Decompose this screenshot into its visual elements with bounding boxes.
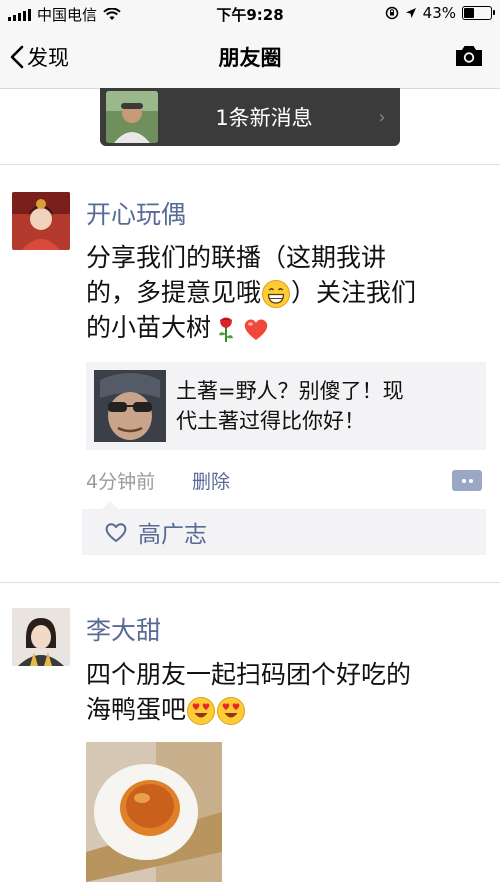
comment-more-button[interactable] bbox=[452, 470, 482, 491]
camera-icon bbox=[456, 46, 482, 66]
shared-link-title-line: 土著=野人？别傻了！现 bbox=[176, 379, 404, 403]
heart-emoji-icon bbox=[244, 319, 268, 340]
post-text-line: 海鸭蛋吧 bbox=[86, 692, 476, 727]
new-message-banner[interactable]: 1条新消息 › bbox=[100, 88, 400, 146]
rose-emoji-icon bbox=[219, 317, 234, 342]
like-user-name[interactable]: 高广志 bbox=[138, 515, 207, 549]
post-text: 四个朋友一起扫码团个好吃的 海鸭蛋吧 bbox=[86, 657, 476, 727]
post-text: 分享我们的联播（这期我讲 的，多提意见哦 ）关注我们 的小苗大树 bbox=[86, 240, 476, 345]
shared-link-card[interactable]: 土著=野人？别傻了！现 代土著过得比你好！ bbox=[86, 362, 486, 450]
shared-link-title-line: 代土著过得比你好！ bbox=[176, 409, 365, 433]
grin-emoji-icon bbox=[262, 280, 291, 308]
banner-text: 1条新消息 bbox=[215, 106, 313, 130]
divider bbox=[0, 164, 500, 165]
camera-button[interactable] bbox=[454, 44, 484, 72]
post-photo[interactable] bbox=[86, 742, 222, 882]
banner-avatar bbox=[106, 91, 158, 143]
post-text-fragment: 的小苗大树 bbox=[86, 313, 212, 342]
dot-icon bbox=[461, 478, 466, 483]
heart-eyes-emoji-icon bbox=[217, 697, 246, 725]
post-avatar[interactable] bbox=[12, 192, 70, 250]
post-author-name[interactable]: 开心玩偶 bbox=[86, 195, 186, 231]
battery-fill bbox=[464, 8, 474, 18]
post-text-fragment: 的，多提意见哦 bbox=[86, 278, 262, 307]
dot-icon bbox=[468, 478, 473, 483]
rotation-lock-icon bbox=[385, 6, 398, 20]
likes-box: 高广志 bbox=[82, 501, 486, 555]
status-bar: 中国电信 下午9:28 43% bbox=[0, 0, 500, 26]
post-author-name[interactable]: 李大甜 bbox=[86, 611, 161, 647]
post-text-line: 分享我们的联播（这期我讲 bbox=[86, 243, 387, 272]
divider bbox=[0, 582, 500, 583]
post-text-fragment: ）关注我们 bbox=[291, 278, 417, 307]
delete-button[interactable]: 删除 bbox=[192, 467, 230, 494]
location-icon bbox=[405, 8, 416, 18]
battery-percent: 43% bbox=[422, 4, 456, 22]
battery-icon bbox=[462, 6, 495, 20]
post-avatar[interactable] bbox=[12, 608, 70, 666]
nav-bar: 发现 朋友圈 bbox=[0, 26, 500, 89]
post-text-line: 的小苗大树 bbox=[86, 310, 476, 345]
page-title: 朋友圈 bbox=[218, 46, 282, 70]
post-text-fragment: 海鸭蛋吧 bbox=[86, 695, 187, 724]
heart-outline-icon bbox=[105, 523, 127, 542]
chevron-right-icon: › bbox=[378, 106, 386, 128]
post-text-line: 四个朋友一起扫码团个好吃的 bbox=[86, 660, 412, 689]
post-timestamp: 4分钟前 bbox=[86, 471, 156, 493]
shared-link-thumbnail bbox=[94, 370, 166, 442]
post-text-line: 的，多提意见哦 ）关注我们 bbox=[86, 275, 476, 310]
shared-link-title: 土著=野人？别傻了！现 代土著过得比你好！ bbox=[176, 376, 476, 436]
heart-eyes-emoji-icon bbox=[187, 697, 216, 725]
status-right: 43% bbox=[385, 4, 495, 22]
